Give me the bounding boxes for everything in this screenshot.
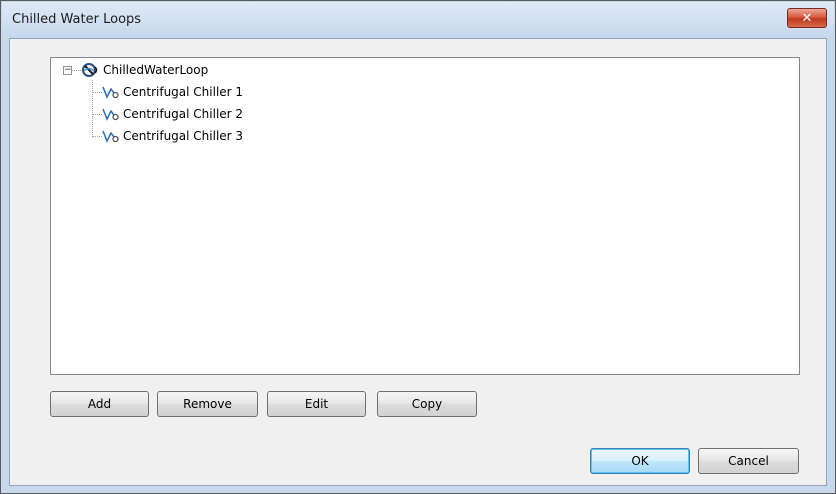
chiller-icon [102, 86, 119, 99]
title-bar[interactable]: Chilled Water Loops ✕ [2, 2, 834, 38]
tree-node-label: Centrifugal Chiller 2 [123, 107, 244, 121]
tree-expander-collapse[interactable]: − [63, 66, 72, 75]
chiller-icon [102, 130, 119, 143]
tree-node-label: Centrifugal Chiller 3 [123, 129, 244, 143]
copy-button[interactable]: Copy [377, 391, 477, 417]
tree-connector [72, 70, 81, 71]
tree-node-label: Centrifugal Chiller 1 [123, 85, 244, 99]
tree-node-chilled-water-loop[interactable]: ChilledWaterLoop [81, 60, 208, 80]
cancel-button[interactable]: Cancel [698, 448, 799, 474]
chiller-icon [102, 108, 119, 121]
close-icon: ✕ [801, 10, 813, 26]
dialog-body: − ChilledWaterLoop Centrifugal Chiller 1 [9, 38, 827, 486]
tree-node-chiller-1[interactable]: Centrifugal Chiller 1 [101, 82, 243, 102]
dialog-window: Chilled Water Loops ✕ − ChilledWaterLoop… [0, 0, 836, 494]
tree-node-label: ChilledWaterLoop [103, 63, 209, 77]
loop-tree-view[interactable]: − ChilledWaterLoop Centrifugal Chiller 1 [50, 57, 800, 375]
tree-node-chiller-2[interactable]: Centrifugal Chiller 2 [101, 104, 243, 124]
water-loop-icon [82, 63, 98, 77]
remove-button[interactable]: Remove [157, 391, 258, 417]
close-button[interactable]: ✕ [787, 8, 827, 28]
tree-node-chiller-3[interactable]: Centrifugal Chiller 3 [101, 126, 243, 146]
window-title: Chilled Water Loops [12, 12, 142, 27]
ok-button[interactable]: OK [590, 448, 690, 474]
tree-connector [92, 80, 93, 137]
add-button[interactable]: Add [50, 391, 149, 417]
edit-button[interactable]: Edit [267, 391, 366, 417]
